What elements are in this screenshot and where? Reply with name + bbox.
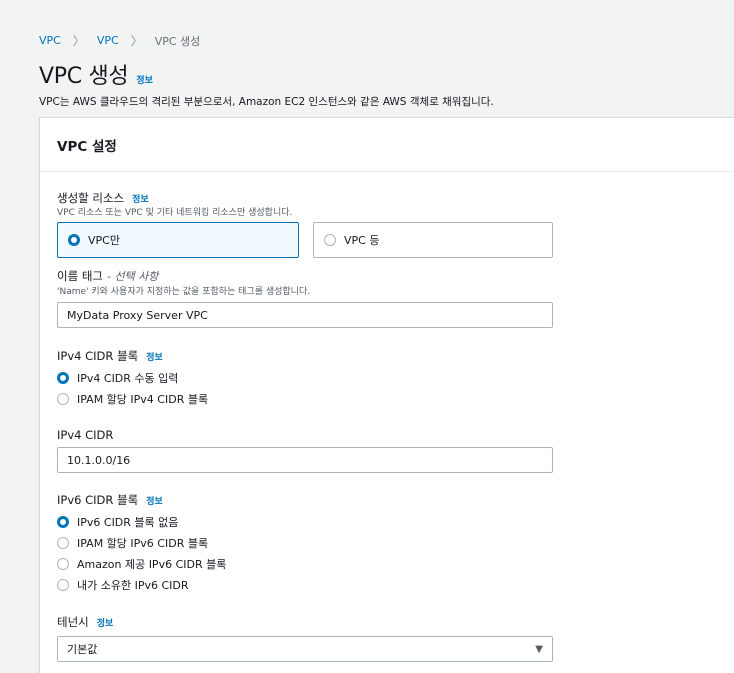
resource-option-vpc-and-more-label: VPC 등: [344, 234, 380, 247]
name-tag-label-text: 이름 태그: [57, 269, 103, 283]
chevron-right-icon: 〉: [130, 34, 143, 48]
ipv6-option-amazon[interactable]: Amazon 제공 IPv6 CIDR 블록: [57, 556, 226, 572]
resource-option-vpc-and-more[interactable]: VPC 등: [313, 222, 553, 258]
resource-option-vpc-only[interactable]: VPC만: [57, 222, 299, 258]
resources-label-text: 생성할 리소스: [57, 191, 125, 205]
ipv6-option-ipam-label: IPAM 할당 IPv6 CIDR 블록: [77, 537, 209, 550]
breadcrumb-current: VPC 생성: [154, 34, 201, 48]
name-tag-description: 'Name' 키와 사용자가 지정하는 값을 포함하는 태그를 생성합니다.: [57, 287, 311, 297]
name-tag-label: 이름 태그 - 선택 사항: [57, 268, 158, 284]
tenancy-label: 테넌시 정보: [57, 614, 113, 630]
optional-text: - 선택 사항: [106, 270, 159, 283]
ipv4-cidr-label: IPv4 CIDR: [57, 428, 113, 442]
panel-title: VPC 설정: [40, 118, 734, 172]
radio-unselected-icon[interactable]: [57, 579, 69, 591]
ipv4-block-label: IPv4 CIDR 블록 정보: [57, 348, 163, 364]
breadcrumb-vpc-root[interactable]: VPC: [39, 34, 61, 47]
title-info-link[interactable]: 정보: [136, 73, 153, 86]
page-title: VPC 생성: [39, 64, 129, 89]
ipv4-option-manual[interactable]: IPv4 CIDR 수동 입력: [57, 370, 178, 386]
ipv4-option-ipam[interactable]: IPAM 할당 IPv4 CIDR 블록: [57, 391, 208, 407]
ipv4-cidr-input[interactable]: 10.1.0.0/16: [57, 447, 553, 473]
radio-selected-icon[interactable]: [57, 372, 69, 384]
ipv4-option-ipam-label: IPAM 할당 IPv4 CIDR 블록: [77, 393, 209, 406]
radio-selected-icon[interactable]: [57, 516, 69, 528]
ipv4-option-manual-label: IPv4 CIDR 수동 입력: [77, 372, 179, 385]
breadcrumb-vpc[interactable]: VPC: [97, 34, 119, 47]
radio-unselected-icon[interactable]: [57, 393, 69, 405]
ipv6-option-amazon-label: Amazon 제공 IPv6 CIDR 블록: [77, 558, 227, 571]
ipv6-block-label-text: IPv6 CIDR 블록: [57, 493, 139, 507]
resources-label: 생성할 리소스 정보: [57, 190, 149, 206]
vpc-settings-panel: VPC 설정 생성할 리소스 정보 VPC 리소스 또는 VPC 및 기타 네트…: [39, 117, 734, 673]
ipv6-option-byoip-label: 내가 소유한 IPv6 CIDR: [77, 579, 189, 592]
chevron-right-icon: 〉: [72, 34, 85, 48]
triangle-down-icon: ▼: [535, 643, 543, 655]
radio-unselected-icon[interactable]: [57, 558, 69, 570]
ipv4-block-info-link[interactable]: 정보: [146, 350, 163, 363]
page-header: VPC 생성 정보: [39, 58, 153, 90]
breadcrumb: VPC 〉 VPC 〉 VPC 생성: [39, 32, 200, 49]
resources-info-link[interactable]: 정보: [132, 192, 149, 205]
tenancy-select[interactable]: 기본값 ▼: [57, 636, 553, 662]
radio-selected-icon[interactable]: [68, 234, 80, 246]
ipv4-block-label-text: IPv4 CIDR 블록: [57, 349, 139, 363]
ipv6-option-none[interactable]: IPv6 CIDR 블록 없음: [57, 514, 178, 530]
ipv6-block-info-link[interactable]: 정보: [146, 494, 163, 507]
ipv6-option-byoip[interactable]: 내가 소유한 IPv6 CIDR: [57, 577, 189, 593]
tenancy-select-value: 기본값: [67, 643, 98, 656]
page: VPC 〉 VPC 〉 VPC 생성 VPC 생성 정보 VPC는 AWS 클라…: [0, 0, 734, 673]
name-tag-input[interactable]: MyData Proxy Server VPC: [57, 302, 553, 328]
radio-unselected-icon[interactable]: [57, 537, 69, 549]
ipv4-cidr-label-text: IPv4 CIDR: [57, 428, 114, 442]
resource-option-vpc-only-label: VPC만: [88, 234, 120, 247]
ipv6-option-none-label: IPv6 CIDR 블록 없음: [77, 516, 179, 529]
radio-unselected-icon[interactable]: [324, 234, 336, 246]
ipv6-block-label: IPv6 CIDR 블록 정보: [57, 492, 163, 508]
tenancy-info-link[interactable]: 정보: [97, 616, 114, 629]
tenancy-label-text: 테넌시: [57, 615, 89, 629]
resources-description: VPC 리소스 또는 VPC 및 기타 네트워킹 리소스만 생성합니다.: [57, 208, 293, 218]
page-description: VPC는 AWS 클라우드의 격리된 부분으로서, Amazon EC2 인스턴…: [39, 96, 494, 108]
ipv6-option-ipam[interactable]: IPAM 할당 IPv6 CIDR 블록: [57, 535, 208, 551]
